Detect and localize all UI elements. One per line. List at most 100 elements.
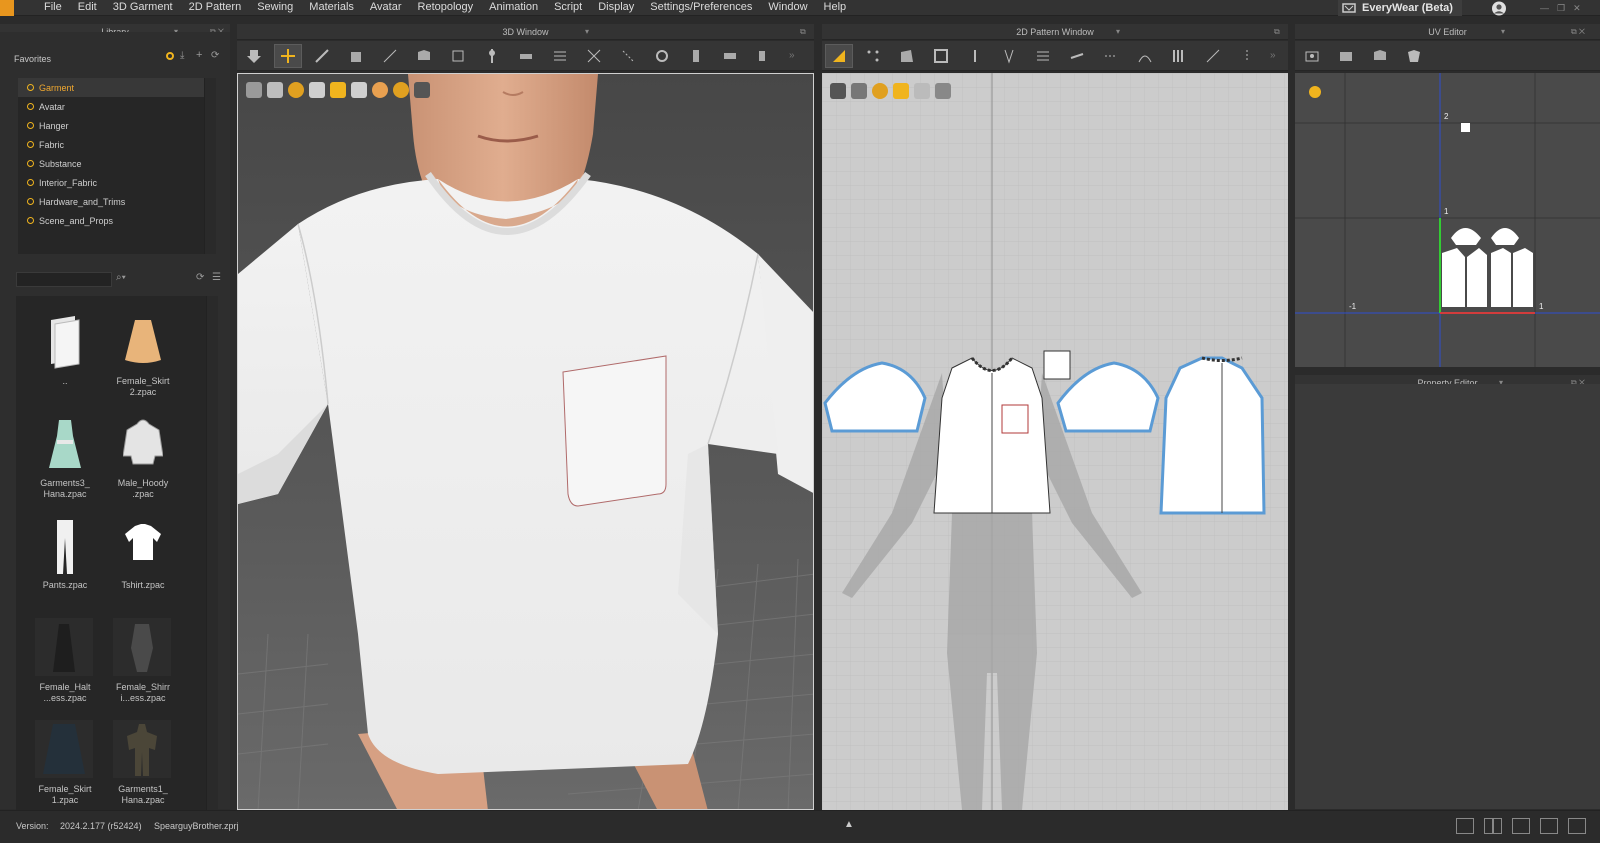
2d-pattern-viewport[interactable]	[822, 73, 1288, 810]
menu-3d-garment[interactable]: 3D Garment	[105, 0, 181, 16]
zipper-icon[interactable]	[682, 44, 710, 68]
folder-item[interactable]: Substance	[18, 154, 204, 173]
refresh-icon[interactable]: ⟳	[211, 50, 219, 61]
restore-icon[interactable]: ❐	[1557, 3, 1565, 14]
edit-sewing-icon[interactable]	[1199, 44, 1227, 68]
search-icon[interactable]: ⌕▾	[116, 272, 126, 283]
layout-split-icon[interactable]	[1484, 818, 1502, 834]
window2d-undock-icon[interactable]: ⧉	[1274, 24, 1280, 40]
library-search-input[interactable]	[16, 272, 112, 287]
free-sew-icon[interactable]	[1131, 44, 1159, 68]
window3d-menu-icon[interactable]: ▾	[585, 24, 589, 40]
garment-display-icon[interactable]	[267, 82, 283, 98]
thumbnails-scrollbar[interactable]	[206, 296, 218, 826]
grid-2d-icon[interactable]	[914, 83, 930, 99]
fold-icon[interactable]	[1063, 44, 1091, 68]
globe-icon[interactable]	[393, 82, 409, 98]
internal-line-icon[interactable]	[961, 44, 989, 68]
edit-point-icon[interactable]	[859, 44, 887, 68]
menu-retopology[interactable]: Retopology	[410, 0, 482, 16]
rectangle-icon[interactable]	[927, 44, 955, 68]
library-item[interactable]: Male_Hoody .zpac	[108, 412, 178, 508]
toolbar-2d-more-icon[interactable]: »	[1270, 50, 1276, 61]
menu-file[interactable]: File	[36, 0, 70, 16]
topstitch-icon[interactable]	[1233, 44, 1261, 68]
garment-select-icon[interactable]	[342, 44, 370, 68]
texture-2d-icon[interactable]	[893, 83, 909, 99]
avatar-display-icon[interactable]	[246, 82, 262, 98]
uv-snapshot-icon[interactable]	[1298, 44, 1326, 68]
fold-arrange-icon[interactable]	[410, 44, 438, 68]
add-icon[interactable]: +	[196, 49, 202, 61]
segment-sew-icon[interactable]	[1097, 44, 1125, 68]
folder-item[interactable]: Scene_and_Props	[18, 211, 204, 230]
grading-icon[interactable]	[1029, 44, 1057, 68]
favorite-dot-icon[interactable]	[166, 52, 174, 60]
library-item[interactable]: Female_Shirr i...ess.zpac	[108, 616, 178, 712]
uv-undock-icon[interactable]: ⧉ ✕	[1571, 24, 1585, 40]
measure-icon[interactable]	[512, 44, 540, 68]
close-icon[interactable]: ✕	[1573, 3, 1581, 14]
pin-icon[interactable]	[478, 44, 506, 68]
dart-icon[interactable]	[995, 44, 1023, 68]
uv-export-icon[interactable]	[1332, 44, 1360, 68]
library-item[interactable]: Female_Halt ...ess.zpac	[30, 616, 100, 712]
menu-materials[interactable]: Materials	[301, 0, 362, 16]
sewing-display-icon[interactable]	[851, 83, 867, 99]
avatar-toggle-icon[interactable]	[309, 82, 325, 98]
layout-custom-icon[interactable]	[1568, 818, 1586, 834]
library-item[interactable]: Tshirt.zpac	[108, 514, 178, 610]
library-item[interactable]: Female_Skirt 2.zpac	[108, 310, 178, 406]
folder-item[interactable]: Garment	[18, 78, 204, 97]
folder-item[interactable]: Interior_Fabric	[18, 173, 204, 192]
tack-icon[interactable]	[444, 44, 472, 68]
avatar-measure-icon[interactable]	[750, 44, 778, 68]
polygon-icon[interactable]	[893, 44, 921, 68]
layout-four-icon[interactable]	[1540, 818, 1558, 834]
measure-display-icon[interactable]	[414, 82, 430, 98]
cut-icon[interactable]	[580, 44, 608, 68]
menu-help[interactable]: Help	[816, 0, 855, 16]
download-icon[interactable]: ⤓	[180, 50, 184, 61]
fabric-display-icon[interactable]	[288, 82, 304, 98]
library-item[interactable]: ..	[30, 310, 100, 406]
layout-single-icon[interactable]	[1456, 818, 1474, 834]
window3d-undock-icon[interactable]: ⧉	[800, 24, 806, 40]
folder-item[interactable]: Fabric	[18, 135, 204, 154]
menu-avatar[interactable]: Avatar	[362, 0, 410, 16]
minimize-icon[interactable]: —	[1540, 3, 1549, 13]
uv-menu-icon[interactable]: ▾	[1501, 24, 1505, 40]
folder-item[interactable]: Hardware_and_Trims	[18, 192, 204, 211]
upload-2d-icon[interactable]	[935, 83, 951, 99]
select-mesh-icon[interactable]	[240, 44, 268, 68]
button-tool-icon[interactable]	[648, 44, 676, 68]
list-view-icon[interactable]: ☰	[212, 272, 221, 283]
menu-settings[interactable]: Settings/Preferences	[642, 0, 760, 16]
menu-edit[interactable]: Edit	[70, 0, 105, 16]
edit-curve-icon[interactable]	[308, 44, 336, 68]
menu-sewing[interactable]: Sewing	[249, 0, 301, 16]
library-refresh-icon[interactable]: ⟳	[196, 272, 204, 283]
move-tool-icon[interactable]	[274, 43, 302, 68]
fabric-2d-icon[interactable]	[872, 83, 888, 99]
library-item[interactable]: Female_Skirt 1.zpac	[30, 718, 100, 814]
trim-icon[interactable]	[716, 44, 744, 68]
user-avatar-icon[interactable]	[1488, 0, 1510, 16]
folder-item[interactable]: Hanger	[18, 116, 204, 135]
folder-item[interactable]: Avatar	[18, 97, 204, 116]
toolbar-3d-more-icon[interactable]: »	[789, 50, 795, 61]
3d-viewport[interactable]	[237, 73, 814, 810]
texture-icon[interactable]	[330, 82, 346, 98]
menu-display[interactable]: Display	[590, 0, 642, 16]
menu-script[interactable]: Script	[546, 0, 590, 16]
uv-viewport[interactable]: 2 1 -1 1	[1295, 73, 1600, 367]
uv-arrange-icon[interactable]	[1366, 44, 1394, 68]
favorites-scrollbar[interactable]	[204, 78, 216, 254]
grid-icon[interactable]	[546, 44, 574, 68]
transform-pattern-icon[interactable]	[825, 43, 853, 68]
expand-up-icon[interactable]: ▲	[844, 819, 854, 830]
menu-2d-pattern[interactable]: 2D Pattern	[181, 0, 250, 16]
uv-garment-icon[interactable]	[1400, 44, 1428, 68]
library-item[interactable]: Pants.zpac	[30, 514, 100, 610]
pleat-icon[interactable]	[1165, 44, 1193, 68]
